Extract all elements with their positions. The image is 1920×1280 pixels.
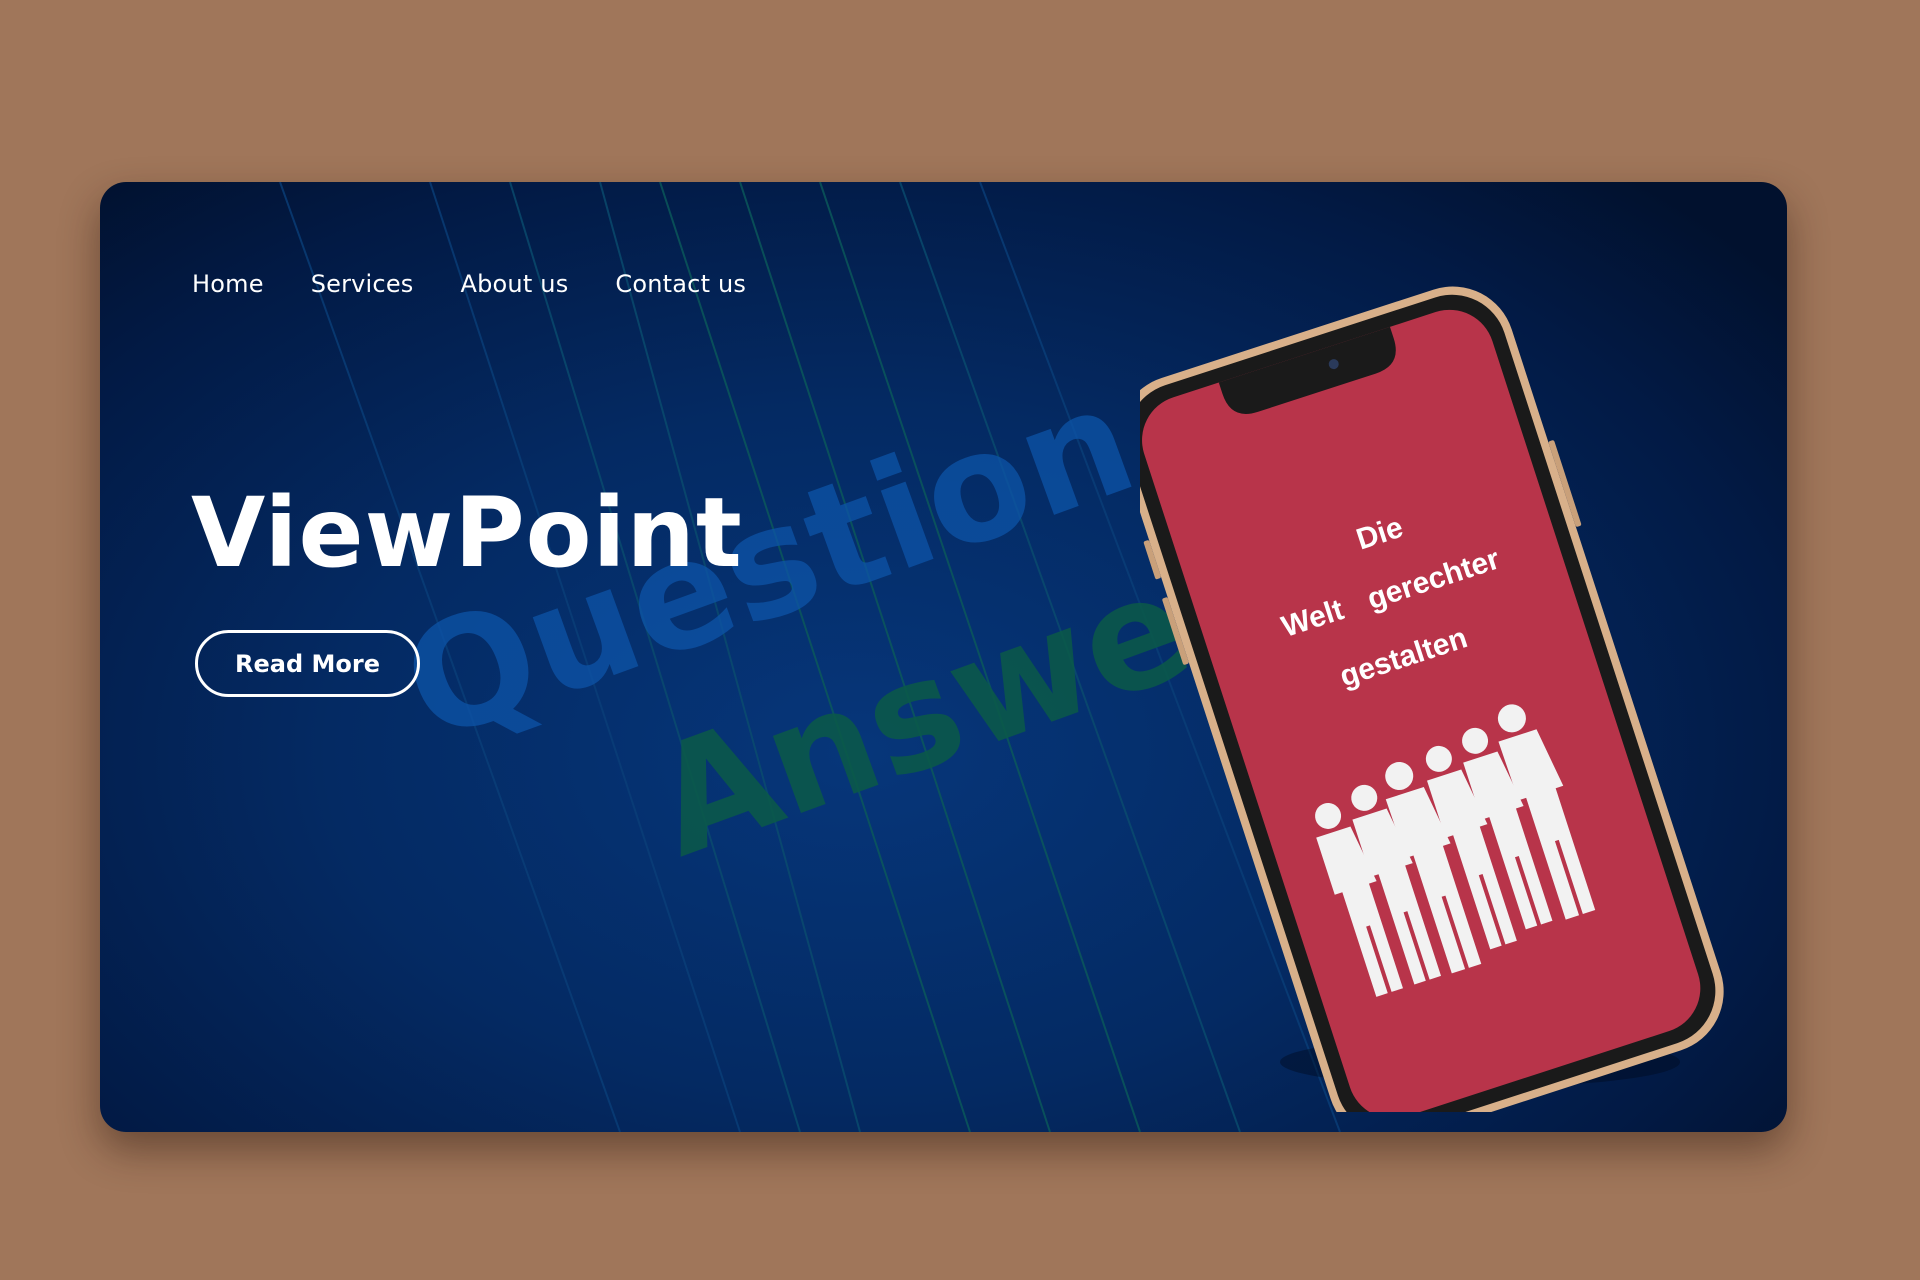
smartphone-image: Die Welt gerechter gestalten — [1140, 286, 1724, 1112]
read-more-button[interactable]: Read More — [195, 630, 420, 697]
main-nav: Home Services About us Contact us — [192, 270, 746, 298]
nav-about-us[interactable]: About us — [461, 270, 569, 298]
page-title: ViewPoint — [191, 477, 743, 589]
nav-contact-us[interactable]: Contact us — [615, 270, 746, 298]
hero-card: Question Answer Home Services About us C… — [100, 182, 1787, 1132]
nav-services[interactable]: Services — [311, 270, 414, 298]
nav-home[interactable]: Home — [192, 270, 264, 298]
